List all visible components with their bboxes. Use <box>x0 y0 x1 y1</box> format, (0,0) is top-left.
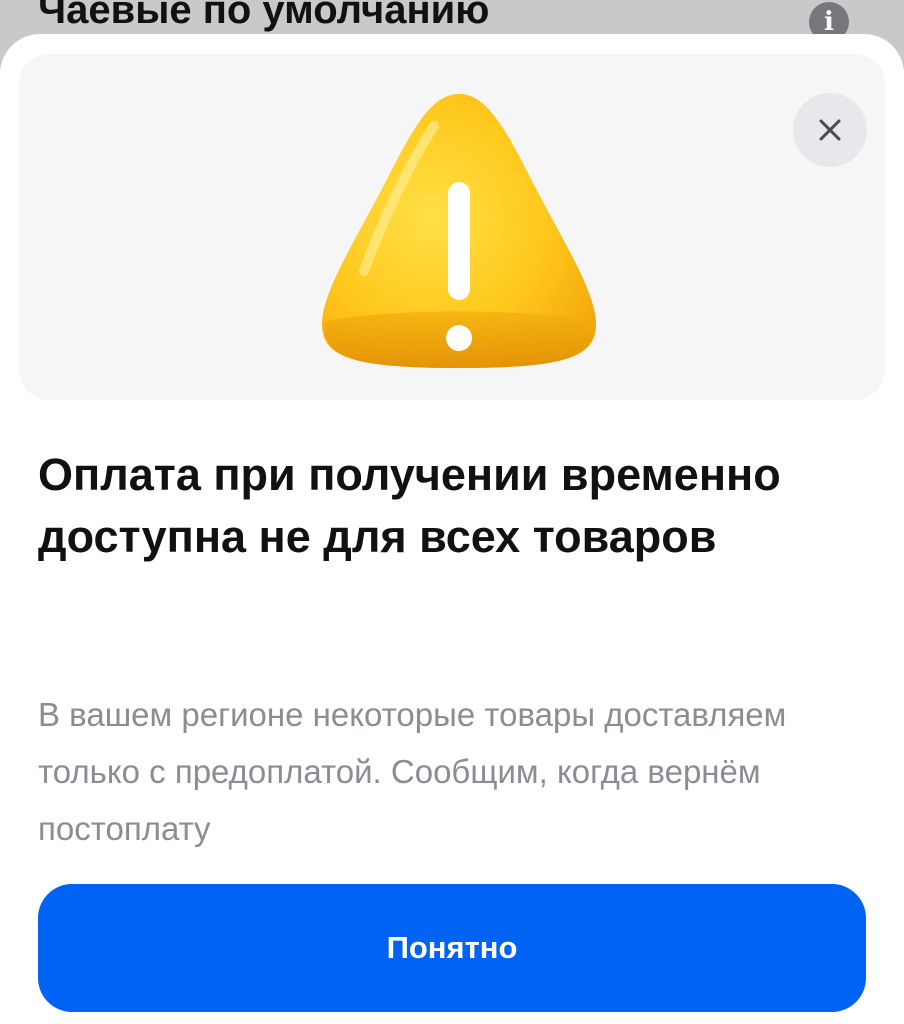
understood-button-label: Понятно <box>386 930 518 965</box>
understood-button[interactable]: Понятно <box>38 884 866 1012</box>
close-icon <box>819 119 841 141</box>
dialog-description: В вашем регионе некоторые товары доставл… <box>38 696 787 847</box>
background-screen-title: Чаевые по умолчанию <box>38 0 490 32</box>
close-button[interactable] <box>793 93 867 167</box>
page: Чаевые по умолчанию i Оплата при получен… <box>0 0 904 1024</box>
bottom-sheet-dialog: Оплата при получении временно доступна н… <box>0 34 904 1024</box>
dialog-title: Оплата при получении временно доступна н… <box>38 449 781 562</box>
illustration-panel <box>19 54 885 400</box>
warning-triangle-icon <box>322 94 596 368</box>
